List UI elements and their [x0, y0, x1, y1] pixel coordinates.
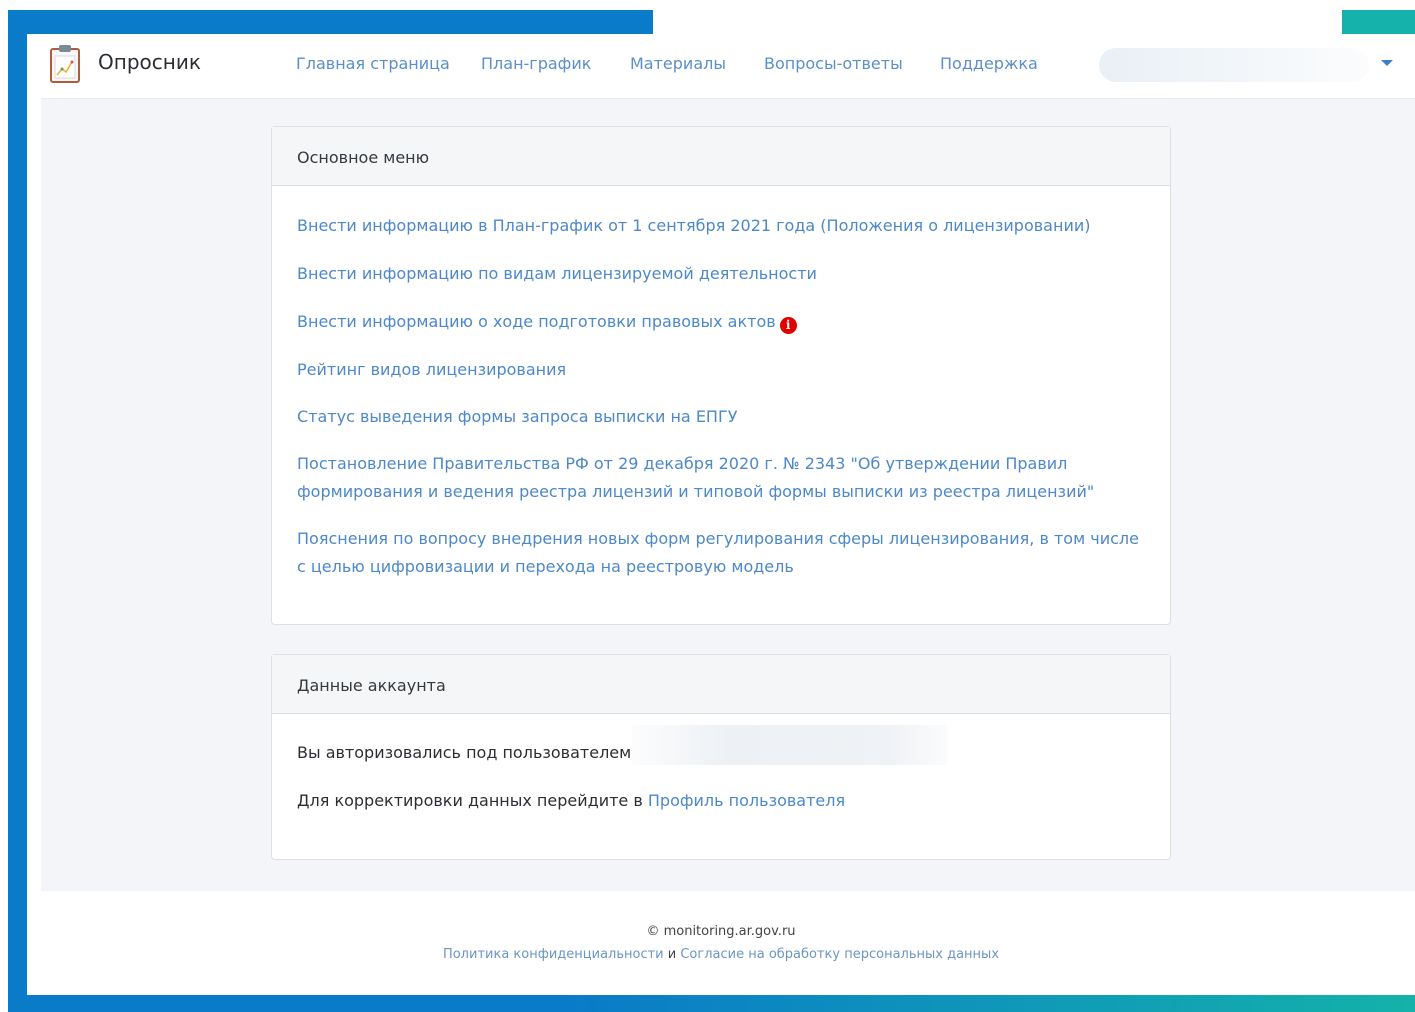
- top-navbar: Опросник Главная страница План-график Ма…: [41, 34, 1415, 99]
- authorized-as-text: Вы авторизовались под пользователем: [297, 743, 632, 762]
- nav-materials[interactable]: Материалы: [630, 54, 726, 73]
- nav-schedule[interactable]: План-график: [481, 54, 591, 73]
- menu-link-resolution-2343[interactable]: Постановление Правительства РФ от 29 дек…: [297, 450, 1147, 506]
- main-menu-title: Основное меню: [297, 148, 430, 167]
- nav-faq[interactable]: Вопросы-ответы: [764, 54, 903, 73]
- footer-links: Политика конфиденциальности и Согласие н…: [27, 947, 1415, 962]
- browser-page: Опросник Главная страница План-график Ма…: [27, 34, 1415, 995]
- copyright-text: © monitoring.ar.gov.ru: [646, 924, 796, 939]
- clipboard-chart-icon[interactable]: [49, 44, 81, 84]
- info-alert-icon[interactable]: i: [779, 317, 797, 334]
- card-header: Данные аккаунта: [272, 655, 1170, 714]
- frame-top-right: [1342, 10, 1415, 34]
- frame-top-left: [8, 10, 653, 34]
- footer-conjunction: и: [667, 947, 677, 962]
- privacy-policy-link[interactable]: Политика конфиденциальности: [443, 947, 664, 962]
- nav-support[interactable]: Поддержка: [940, 54, 1038, 73]
- username-redacted: [632, 725, 947, 765]
- edit-profile-text: Для корректировки данных перейдите в: [297, 791, 643, 810]
- frame-bottom: [8, 995, 1415, 1012]
- account-card: Данные аккаунта Вы авторизовались под по…: [271, 654, 1171, 860]
- card-header: Основное меню: [272, 127, 1170, 186]
- menu-link-legal-acts-row: Внести информацию о ходе подготовки прав…: [297, 308, 1147, 336]
- menu-link-schedule-input[interactable]: Внести информацию в План-график от 1 сен…: [297, 212, 1147, 240]
- app-title[interactable]: Опросник: [98, 50, 201, 74]
- consent-link[interactable]: Согласие на обработку персональных данны…: [680, 947, 999, 962]
- account-title: Данные аккаунта: [297, 676, 446, 695]
- menu-link-activity-types[interactable]: Внести информацию по видам лицензируемой…: [297, 260, 1147, 288]
- menu-link-epgu-status[interactable]: Статус выведения формы запроса выписки н…: [297, 403, 1147, 431]
- user-name-redacted[interactable]: [1099, 48, 1369, 82]
- menu-link-explanations[interactable]: Пояснения по вопросу внедрения новых фор…: [297, 525, 1147, 581]
- caret-down-icon[interactable]: [1381, 60, 1393, 66]
- nav-home[interactable]: Главная страница: [296, 54, 450, 73]
- menu-link-rating[interactable]: Рейтинг видов лицензирования: [297, 356, 1147, 384]
- edit-profile-row: Для корректировки данных перейдите в Про…: [297, 791, 845, 810]
- frame-left: [8, 10, 27, 1012]
- menu-link-legal-acts[interactable]: Внести информацию о ходе подготовки прав…: [297, 312, 776, 331]
- profile-link[interactable]: Профиль пользователя: [648, 791, 845, 810]
- main-menu-card: Основное меню Внести информацию в План-г…: [271, 126, 1171, 625]
- main-content: Основное меню Внести информацию в План-г…: [41, 99, 1415, 891]
